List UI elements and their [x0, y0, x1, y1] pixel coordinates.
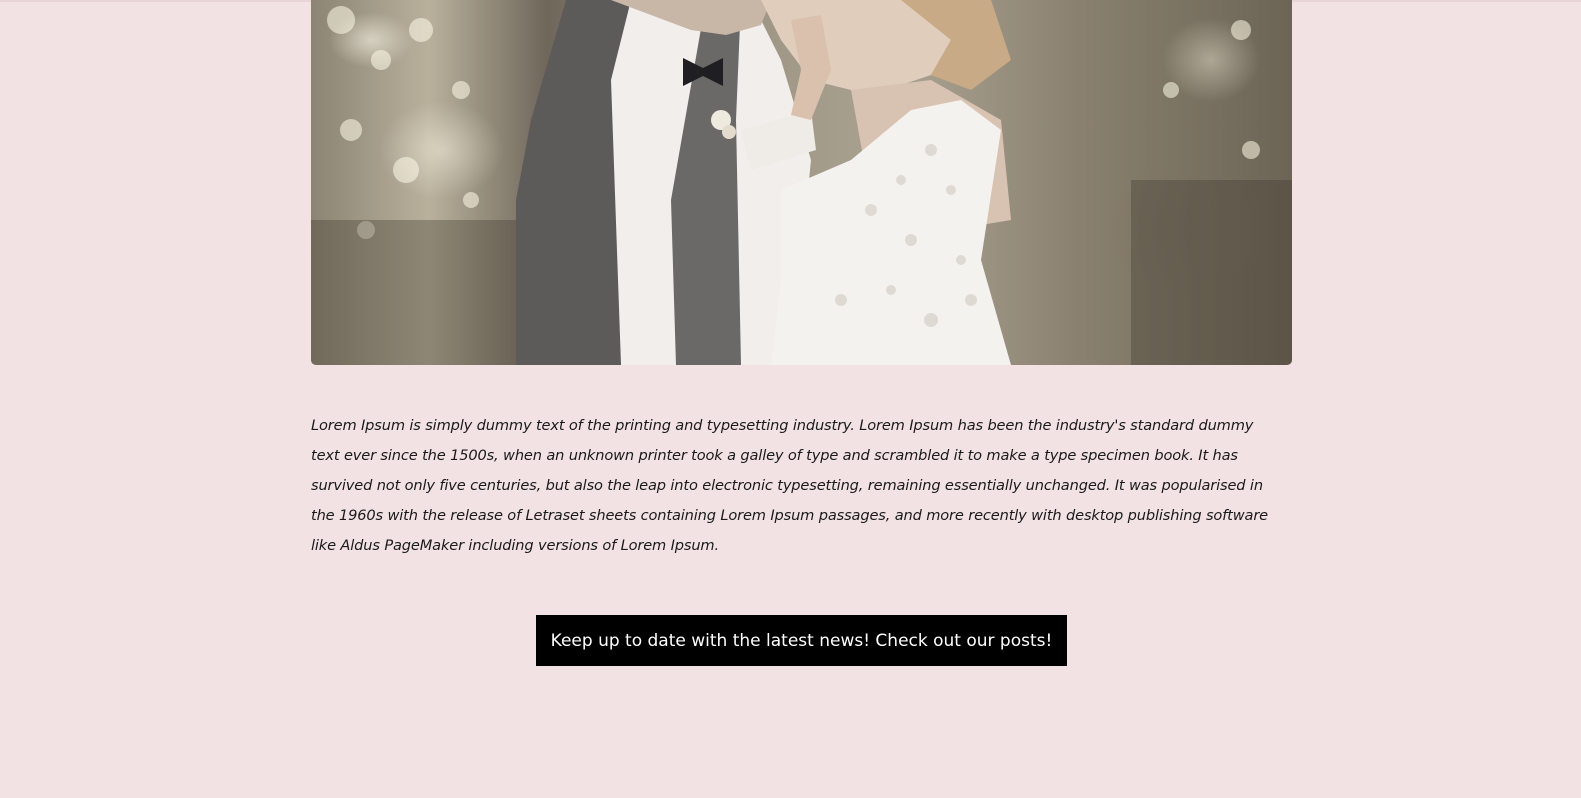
check-out-posts-button[interactable]: Keep up to date with the latest news! Ch… [536, 615, 1067, 666]
article-body: Lorem Ipsum is simply dummy text of the … [311, 417, 1268, 554]
hero-image [311, 0, 1292, 365]
wedding-couple-photo-icon [311, 0, 1292, 365]
